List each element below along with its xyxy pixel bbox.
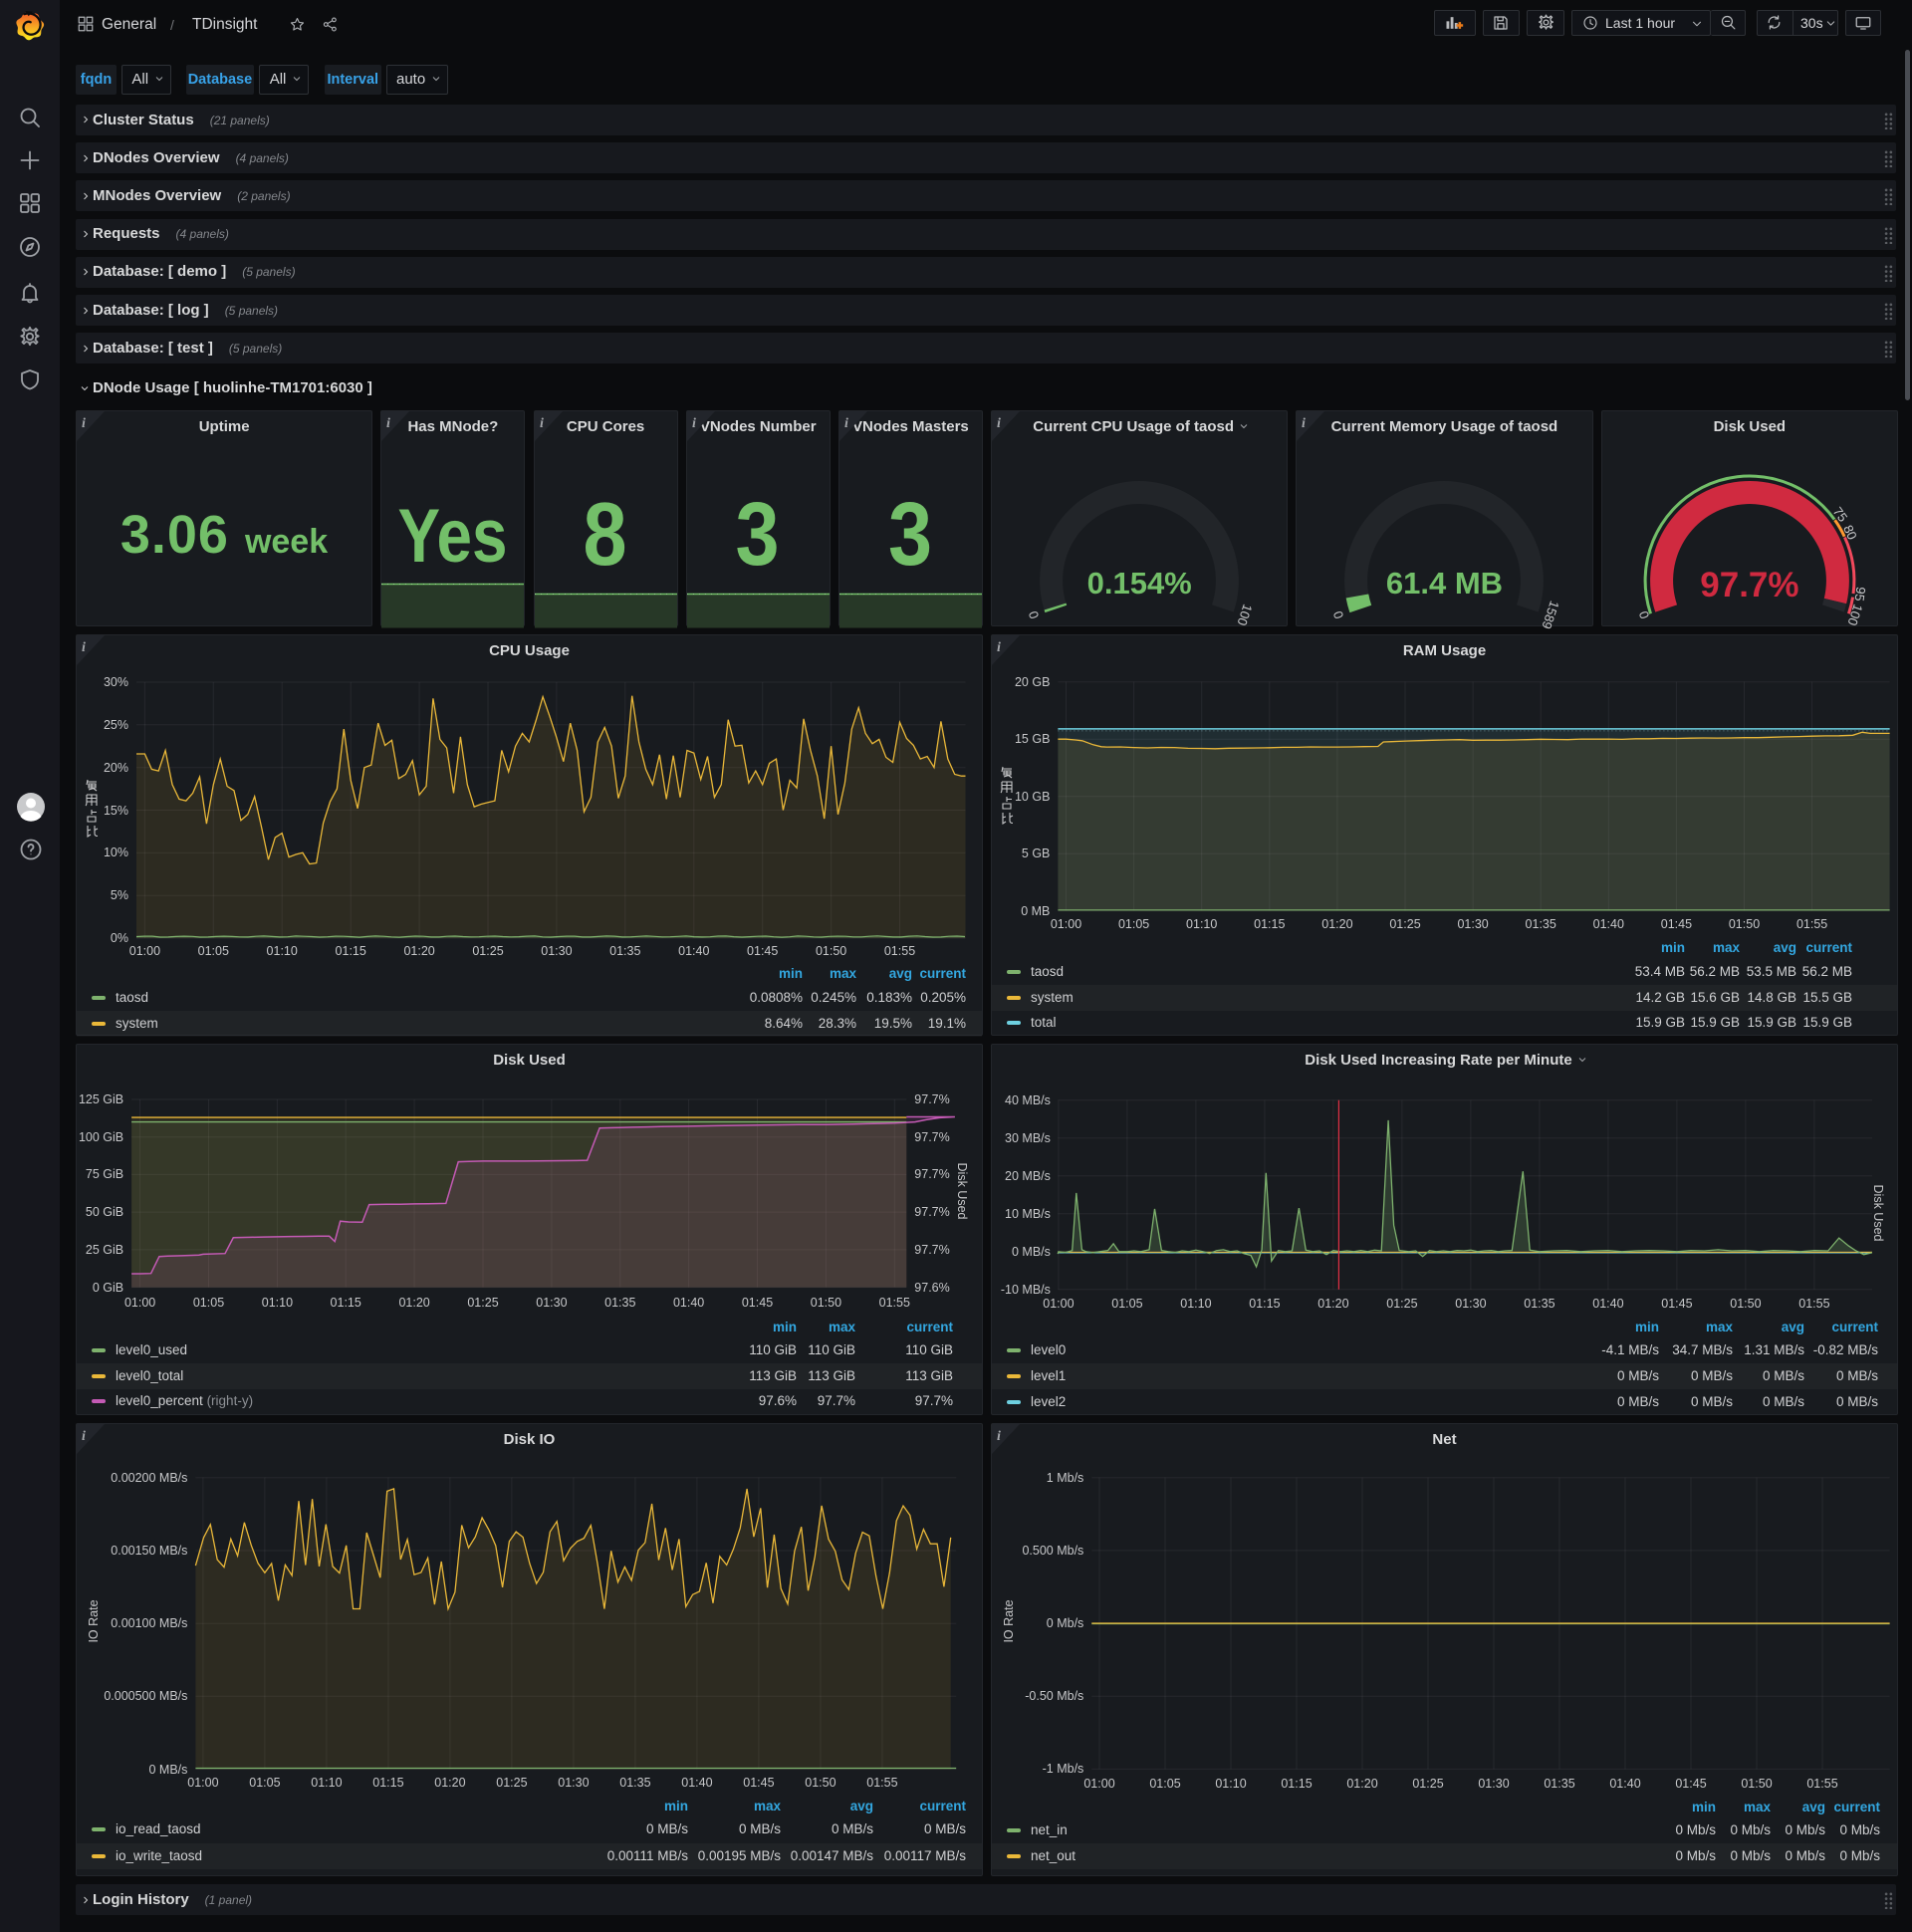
- svg-text:i: i: [844, 416, 848, 431]
- svg-text:i: i: [386, 416, 390, 431]
- svg-text:i: i: [82, 416, 86, 431]
- svg-text:i: i: [540, 416, 544, 431]
- svg-text:i: i: [692, 416, 696, 431]
